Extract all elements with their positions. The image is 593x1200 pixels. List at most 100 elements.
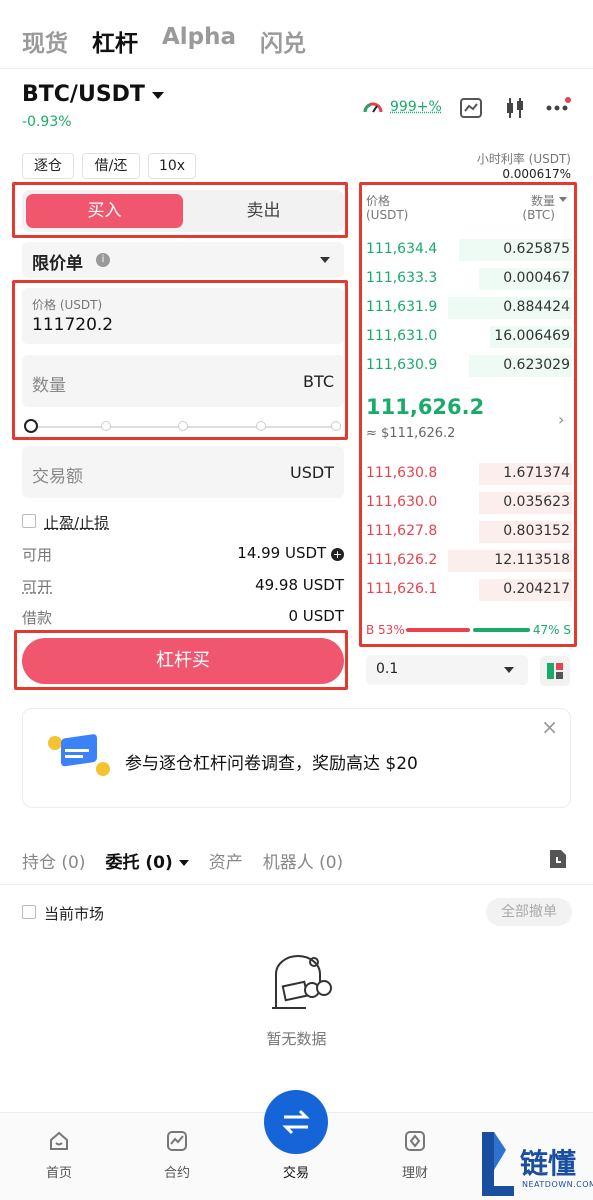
slider-handle[interactable] — [24, 419, 38, 433]
candlestick-icon[interactable] — [504, 96, 526, 120]
ob-row[interactable]: 111,631.9 0.884424 — [366, 297, 572, 319]
buy-ratio: B 53% — [366, 623, 405, 637]
history-icon[interactable] — [548, 848, 568, 870]
ob-price: 111,630.9 — [366, 357, 437, 373]
ob-price: 111,626.2 — [366, 552, 437, 568]
last-price-usd: ≈ $111,626.2 — [366, 426, 455, 441]
close-icon[interactable]: × — [541, 715, 558, 739]
ob-row[interactable]: 111,633.3 0.000467 — [366, 268, 572, 290]
earn-icon[interactable] — [404, 1130, 426, 1152]
ob-row[interactable]: 111,634.4 0.625875 — [366, 239, 572, 261]
sell-ratio: 47% S — [533, 623, 571, 637]
balance-borrowed: 借款 0 USDT — [22, 607, 344, 628]
tp-sl-label[interactable]: 止盈/止损 — [44, 512, 109, 533]
margin-buy-button[interactable]: 杠杆买 — [22, 638, 344, 684]
tab-margin[interactable]: 杠杆 — [92, 24, 138, 58]
watermark-name: 链懂 — [520, 1142, 576, 1182]
tp-sl-checkbox[interactable] — [22, 514, 36, 528]
trade-center-button[interactable] — [264, 1090, 328, 1154]
buy-sell-toggle: 买入 卖出 — [22, 190, 344, 232]
ratio-sell-fill — [473, 628, 530, 632]
ob-row[interactable]: 111,630.8 1.671374 — [366, 463, 572, 485]
layout-toggle-icon[interactable] — [540, 656, 570, 686]
ob-row[interactable]: 111,630.9 0.623029 — [366, 355, 572, 377]
amount-unit: USDT — [290, 463, 334, 482]
cancel-all-button[interactable]: 全部撤单 — [486, 898, 572, 926]
margin-mode-chip[interactable]: 逐仓 — [22, 153, 74, 179]
ob-qty: 0.000467 — [503, 270, 570, 286]
gauge-value[interactable]: 999+% — [390, 99, 442, 115]
tab-assets[interactable]: 资产 — [209, 848, 243, 873]
ob-row[interactable]: 111,631.0 16.006469 — [366, 326, 572, 348]
slider-step[interactable] — [331, 421, 341, 431]
balance-value: 0 USDT — [288, 607, 344, 628]
tab-spot[interactable]: 现货 — [22, 24, 68, 58]
price-label: 价格 (USDT) — [32, 296, 102, 313]
ob-price-unit: (USDT) — [366, 208, 408, 222]
tab-orders[interactable]: 委托 (0) — [105, 848, 188, 873]
quantity-input[interactable]: 数量 — [32, 371, 66, 396]
balance-label: 可用 — [22, 544, 52, 565]
precision-select[interactable]: 0.1 — [366, 655, 528, 685]
survey-banner[interactable]: 参与逐仓杠杆问卷调查，奖励高达 $20 × — [22, 708, 571, 808]
ob-row[interactable]: 111,627.8 0.803152 — [366, 521, 572, 543]
leverage-chip[interactable]: 10x — [148, 153, 196, 179]
chevron-down-icon — [504, 667, 514, 673]
watermark-logo — [480, 1130, 516, 1198]
chevron-down-icon[interactable] — [152, 92, 164, 99]
balance-value: 49.98 USDT — [255, 576, 344, 597]
balance-label[interactable]: 可开 — [22, 576, 52, 597]
amount-field[interactable]: 交易额 USDT — [22, 446, 344, 498]
tab-bots[interactable]: 机器人 (0) — [263, 848, 343, 873]
more-icon[interactable] — [545, 96, 573, 116]
ob-price: 111,630.8 — [366, 465, 437, 481]
ob-qty: 16.006469 — [494, 328, 570, 344]
slider-step[interactable] — [256, 421, 266, 431]
slider-step[interactable] — [101, 421, 111, 431]
tab-positions[interactable]: 持仓 (0) — [22, 848, 85, 873]
info-icon[interactable]: i — [96, 253, 110, 267]
sell-tab[interactable]: 卖出 — [187, 194, 340, 228]
ob-row[interactable]: 111,626.1 0.204217 — [366, 579, 572, 601]
balance-openable: 可开 49.98 USDT — [22, 576, 344, 597]
ob-price: 111,631.9 — [366, 299, 437, 315]
ob-price: 111,631.0 — [366, 328, 437, 344]
last-price: 111,626.2 — [366, 395, 484, 419]
price-change: -0.93% — [22, 114, 72, 130]
slider-step[interactable] — [178, 421, 188, 431]
chevron-right-icon[interactable]: › — [558, 410, 564, 429]
caret-down-icon[interactable] — [559, 197, 567, 202]
amount-input[interactable]: 交易额 — [32, 462, 83, 487]
chart-swap-icon[interactable] — [460, 98, 482, 118]
order-type-select[interactable]: 限价单 i — [22, 242, 344, 278]
ob-row[interactable]: 111,630.0 0.035623 — [366, 492, 572, 514]
gauge-icon[interactable] — [362, 97, 384, 119]
quantity-field[interactable]: 数量 BTC — [22, 355, 344, 407]
price-input[interactable]: 111720.2 — [32, 315, 113, 335]
balance-value: 14.99 USDT + — [237, 544, 344, 565]
tab-alpha[interactable]: Alpha — [162, 24, 236, 58]
top-tabs: 现货 杠杆 Alpha 闪兑 — [22, 24, 306, 58]
buy-tab[interactable]: 买入 — [26, 194, 183, 228]
nav-home[interactable]: 首页 — [29, 1162, 89, 1181]
pair-title[interactable]: BTC/USDT — [22, 82, 145, 107]
current-market-checkbox[interactable] — [22, 905, 36, 919]
futures-icon[interactable] — [166, 1130, 188, 1152]
order-type-label: 限价单 — [32, 249, 83, 274]
home-icon[interactable] — [48, 1130, 70, 1152]
tab-convert[interactable]: 闪兑 — [260, 24, 306, 58]
ob-qty: 0.204217 — [503, 581, 570, 597]
ob-qty-header[interactable]: 数量 — [531, 192, 555, 209]
nav-futures[interactable]: 合约 — [147, 1162, 207, 1181]
nav-trade[interactable]: 交易 — [266, 1162, 326, 1181]
divider — [0, 884, 593, 885]
borrow-repay-chip[interactable]: 借/还 — [82, 153, 140, 179]
ob-qty-unit: (BTC) — [522, 208, 555, 222]
price-field[interactable]: 价格 (USDT) 111720.2 — [22, 288, 344, 344]
nav-earn[interactable]: 理财 — [385, 1162, 445, 1181]
interest-label: 小时利率 (USDT) — [477, 150, 571, 167]
add-icon[interactable]: + — [331, 548, 344, 561]
survey-illustration-icon — [45, 733, 115, 783]
ob-price-header: 价格 — [366, 192, 390, 209]
ob-row[interactable]: 111,626.2 12.113518 — [366, 550, 572, 572]
